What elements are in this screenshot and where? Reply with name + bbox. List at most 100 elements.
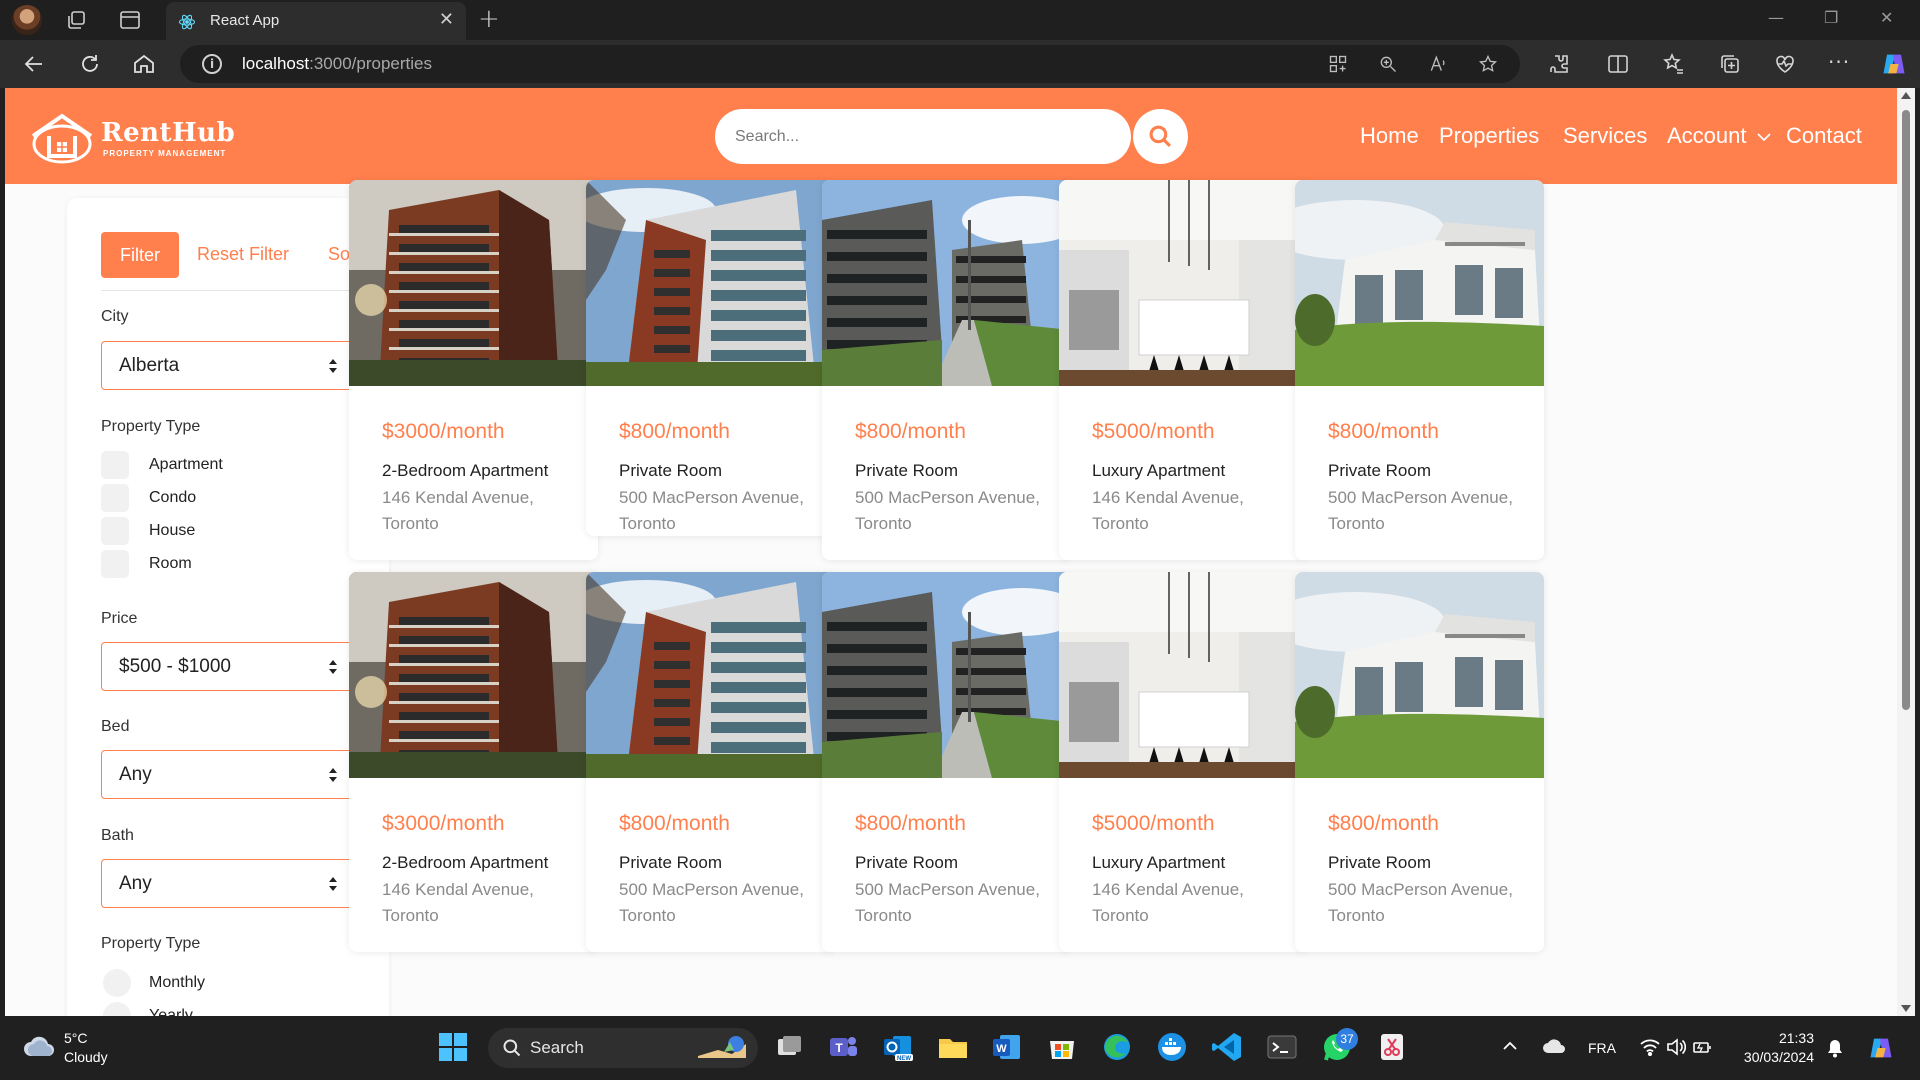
property-card[interactable]: $800/month Private Room 500 MacPerson Av… xyxy=(586,180,835,536)
settings-more-icon[interactable]: ··· xyxy=(1828,50,1852,74)
extensions-icon[interactable] xyxy=(1547,52,1571,76)
zoom-icon[interactable] xyxy=(1378,54,1398,74)
property-photo[interactable] xyxy=(822,180,1071,386)
property-card[interactable]: $800/month Private Room 500 MacPerson Av… xyxy=(1295,572,1544,952)
profile-avatar[interactable] xyxy=(12,5,42,35)
search-input[interactable] xyxy=(715,109,1131,164)
bath-select[interactable]: Any xyxy=(101,859,355,908)
property-photo[interactable] xyxy=(349,572,598,778)
docker-icon[interactable] xyxy=(1155,1030,1189,1064)
property-title[interactable]: Private Room xyxy=(1328,853,1431,873)
weather-widget[interactable]: 5°C Cloudy xyxy=(64,1029,108,1067)
scrollbar-thumb[interactable] xyxy=(1902,110,1910,710)
task-view-icon[interactable] xyxy=(772,1030,806,1064)
home-icon[interactable] xyxy=(132,52,156,76)
scroll-up-icon[interactable] xyxy=(1901,92,1911,99)
site-info-icon[interactable]: i xyxy=(202,54,222,74)
radio-monthly[interactable] xyxy=(103,969,131,997)
property-title[interactable]: Private Room xyxy=(855,461,958,481)
cloudy-weather-icon[interactable] xyxy=(22,1032,56,1058)
wifi-icon[interactable] xyxy=(1640,1038,1660,1056)
close-window-button[interactable]: ✕ xyxy=(1880,8,1893,27)
radio-yearly[interactable] xyxy=(103,1002,131,1016)
clock[interactable]: 21:33 30/03/2024 xyxy=(1734,1029,1814,1067)
notification-bell-icon[interactable] xyxy=(1826,1038,1844,1058)
checkbox-apartment[interactable] xyxy=(101,451,129,479)
property-photo[interactable] xyxy=(349,180,598,386)
property-photo[interactable] xyxy=(822,572,1071,778)
browser-essentials-icon[interactable] xyxy=(1773,52,1797,76)
property-title[interactable]: Luxury Apartment xyxy=(1092,853,1225,873)
nav-home[interactable]: Home xyxy=(1360,123,1419,149)
property-card[interactable]: $5000/month Luxury Apartment 146 Kendal … xyxy=(1059,180,1308,560)
windows-start-icon[interactable] xyxy=(436,1030,470,1064)
city-select[interactable]: Alberta xyxy=(101,341,355,390)
property-card[interactable]: $800/month Private Room 500 MacPerson Av… xyxy=(1295,180,1544,560)
new-tab-button[interactable]: + xyxy=(478,6,500,32)
microsoft-store-icon[interactable] xyxy=(1045,1030,1079,1064)
edge-icon[interactable] xyxy=(1100,1030,1134,1064)
scroll-down-icon[interactable] xyxy=(1901,1005,1911,1012)
price-select[interactable]: $500 - $1000 xyxy=(101,642,355,691)
outlook-icon[interactable]: NEW xyxy=(881,1030,915,1064)
search-button[interactable] xyxy=(1133,109,1188,164)
nav-properties[interactable]: Properties xyxy=(1439,123,1539,149)
brand-name[interactable]: RentHub xyxy=(101,118,235,148)
back-arrow-icon[interactable] xyxy=(22,52,46,76)
url-text[interactable]: localhost:3000/properties xyxy=(242,54,432,74)
language-indicator[interactable]: FRA xyxy=(1588,1040,1616,1056)
property-card[interactable]: $5000/month Luxury Apartment 146 Kendal … xyxy=(1059,572,1308,952)
workspaces-icon[interactable] xyxy=(64,8,88,32)
onedrive-cloud-icon[interactable] xyxy=(1542,1038,1566,1054)
checkbox-room[interactable] xyxy=(101,550,129,578)
checkbox-condo[interactable] xyxy=(101,484,129,512)
property-title[interactable]: Private Room xyxy=(855,853,958,873)
split-screen-icon[interactable] xyxy=(1606,52,1630,76)
property-photo[interactable] xyxy=(1059,572,1308,778)
copilot-icon[interactable] xyxy=(1880,50,1908,78)
tab-close-icon[interactable]: ✕ xyxy=(439,10,454,30)
file-explorer-icon[interactable] xyxy=(936,1030,970,1064)
app-available-icon[interactable] xyxy=(1328,54,1348,74)
property-card[interactable]: $3000/month 2-Bedroom Apartment 146 Kend… xyxy=(349,572,598,952)
property-title[interactable]: Luxury Apartment xyxy=(1092,461,1225,481)
property-photo[interactable] xyxy=(1059,180,1308,386)
nav-contact[interactable]: Contact xyxy=(1786,123,1862,149)
vertical-tabs-icon[interactable] xyxy=(118,8,142,32)
volume-icon[interactable] xyxy=(1666,1038,1686,1056)
collections-icon[interactable] xyxy=(1718,52,1742,76)
tab-filter[interactable]: Filter xyxy=(101,232,179,278)
tab-reset-filter[interactable]: Reset Filter xyxy=(197,244,289,265)
bed-select[interactable]: Any xyxy=(101,750,355,799)
chevron-up-icon[interactable] xyxy=(1502,1040,1518,1052)
property-title[interactable]: 2-Bedroom Apartment xyxy=(382,461,548,481)
copilot-taskbar-icon[interactable] xyxy=(1866,1034,1896,1062)
nav-account[interactable]: Account xyxy=(1667,123,1747,149)
vertical-scrollbar[interactable] xyxy=(1897,88,1915,1016)
terminal-icon[interactable] xyxy=(1265,1030,1299,1064)
property-card[interactable]: $800/month Private Room 500 MacPerson Av… xyxy=(822,180,1071,560)
property-title[interactable]: 2-Bedroom Apartment xyxy=(382,853,548,873)
property-title[interactable]: Private Room xyxy=(619,461,722,481)
word-icon[interactable]: W xyxy=(990,1030,1024,1064)
read-aloud-icon[interactable] xyxy=(1428,54,1448,74)
property-photo[interactable] xyxy=(586,572,835,778)
chevron-down-icon[interactable] xyxy=(1756,131,1772,143)
teams-icon[interactable]: T xyxy=(826,1030,860,1064)
restore-button[interactable]: ❐ xyxy=(1824,8,1838,27)
minimize-button[interactable]: — xyxy=(1768,8,1784,27)
checkbox-house[interactable] xyxy=(101,517,129,545)
favorites-icon[interactable] xyxy=(1662,52,1686,76)
battery-icon[interactable] xyxy=(1692,1038,1712,1056)
property-photo[interactable] xyxy=(586,180,835,386)
tab-react-app[interactable]: React App ✕ xyxy=(166,2,466,40)
property-photo[interactable] xyxy=(1295,572,1544,778)
snipping-tool-icon[interactable] xyxy=(1375,1030,1409,1064)
taskbar-search[interactable]: Search xyxy=(488,1028,758,1068)
vscode-icon[interactable] xyxy=(1210,1030,1244,1064)
nav-services[interactable]: Services xyxy=(1563,123,1647,149)
renthub-logo-icon[interactable] xyxy=(27,110,97,166)
favorite-star-icon[interactable] xyxy=(1478,54,1498,74)
property-title[interactable]: Private Room xyxy=(1328,461,1431,481)
property-card[interactable]: $800/month Private Room 500 MacPerson Av… xyxy=(822,572,1071,952)
